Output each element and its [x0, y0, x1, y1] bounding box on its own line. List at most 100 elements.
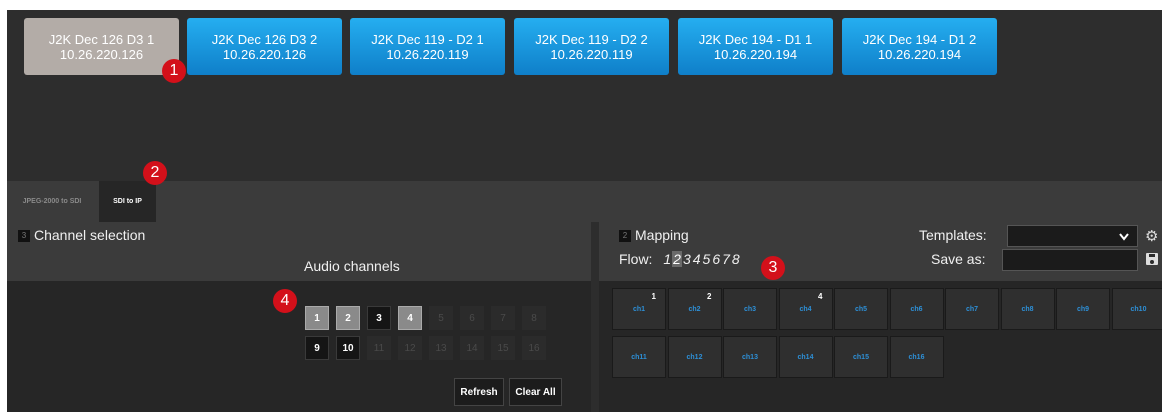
flow-option[interactable]: 1 — [662, 251, 672, 267]
device-button[interactable]: J2K Dec 126 D3 2 10.26.220.126 — [187, 18, 342, 75]
device-ip: 10.26.220.194 — [877, 46, 962, 62]
flow-option[interactable]: 2 — [672, 251, 682, 267]
device-ip: 10.26.220.126 — [59, 46, 144, 62]
channel-selection-heading: 3 Channel selection — [18, 227, 145, 243]
mapping-channel-label: ch12 — [686, 353, 703, 361]
refresh-button[interactable]: Refresh — [454, 378, 504, 406]
flow-option[interactable]: 6 — [711, 251, 721, 267]
chevron-down-icon — [1119, 233, 1129, 241]
mapping-channel-slot[interactable]: ch9 — [1056, 288, 1110, 330]
mapping-channel-slot[interactable]: ch3 — [723, 288, 777, 330]
mapping-channel-label: ch13 — [742, 353, 758, 361]
tab-sdi-to-ip[interactable]: SDI to IP — [99, 181, 156, 222]
mapping-channel-label: ch10 — [1130, 305, 1147, 313]
audio-channel-button[interactable]: 16 — [522, 336, 546, 360]
device-button[interactable]: J2K Dec 119 - D2 2 10.26.220.119 — [514, 18, 669, 75]
audio-channel-button[interactable]: 6 — [460, 306, 484, 330]
device-button[interactable]: J2K Dec 194 - D1 2 10.26.220.194 — [842, 18, 997, 75]
audio-channel-button[interactable]: 5 — [429, 306, 453, 330]
device-name: J2K Dec 119 - D2 2 — [535, 31, 648, 47]
audio-channel-button[interactable]: 12 — [398, 336, 422, 360]
flow-option[interactable]: 5 — [702, 251, 712, 267]
channel-selection-title: Channel selection — [34, 227, 146, 243]
mapping-channel-label: ch2 — [688, 305, 701, 313]
device-name: J2K Dec 194 - D1 2 — [862, 31, 977, 47]
device-ip: 10.26.220.119 — [386, 46, 469, 62]
tab-bar: JPEG-2000 to SDI SDI to IP — [7, 181, 1162, 222]
annotation-marker: 3 — [761, 256, 785, 280]
mapping-channel-label: ch7 — [965, 305, 979, 313]
channel-selection-section: 3 Channel selection Audio channels 123456… — [7, 222, 591, 412]
mapping-channel-slot[interactable]: ch10 — [1111, 288, 1162, 330]
device-name: J2K Dec 119 - D2 1 — [371, 31, 484, 47]
mapped-source-number: 4 — [818, 292, 823, 301]
audio-channel-button[interactable]: 13 — [429, 336, 453, 360]
device-button[interactable]: J2K Dec 126 D3 1 10.26.220.126 — [24, 18, 179, 75]
mapping-channel-slot[interactable]: ch7 — [945, 288, 999, 330]
mapping-channel-slot[interactable]: ch13 — [723, 336, 777, 378]
mapping-channel-slot[interactable]: ch6 — [889, 288, 944, 330]
mapping-channel-slot[interactable]: ch15 — [834, 336, 888, 378]
mapping-channel-slot[interactable]: ch1 1 — [612, 288, 666, 330]
audio-channels-title: Audio channels — [304, 258, 400, 274]
flow-option[interactable]: 8 — [731, 251, 741, 267]
mapping-channel-label: ch16 — [908, 353, 925, 361]
templates-label: Templates: — [919, 227, 987, 243]
audio-channel-button[interactable]: 14 — [460, 336, 484, 360]
flow-selector: Flow: 12345678 — [619, 251, 741, 267]
audio-channel-button[interactable]: 1 — [305, 306, 329, 330]
mapping-channel-label: ch9 — [1076, 305, 1090, 313]
tab-jpeg2000-to-sdi[interactable]: JPEG-2000 to SDI — [7, 181, 97, 222]
mapped-source-number: 2 — [707, 292, 712, 301]
device-ip: 10.26.220.194 — [713, 46, 798, 62]
templates-select[interactable] — [1007, 225, 1138, 247]
gear-icon[interactable]: ⚙ — [1145, 227, 1161, 245]
save-as-input[interactable] — [1002, 249, 1138, 271]
audio-channel-button[interactable]: 8 — [522, 306, 546, 330]
flow-option[interactable]: 4 — [692, 251, 702, 267]
mapping-channel-label: ch4 — [799, 305, 812, 313]
mapping-channel-label: ch15 — [853, 353, 869, 361]
flow-option[interactable]: 7 — [721, 251, 731, 267]
device-button[interactable]: J2K Dec 194 - D1 1 10.26.220.194 — [678, 18, 833, 75]
mapping-channel-label: ch8 — [1021, 305, 1034, 313]
flow-option[interactable]: 3 — [682, 251, 692, 267]
mapping-channel-slot[interactable]: ch2 2 — [667, 288, 722, 330]
mapping-heading: 2 Mapping — [619, 227, 689, 243]
mapping-channel-label: ch1 — [632, 305, 646, 313]
mapping-channel-slot[interactable]: ch11 — [612, 336, 666, 378]
audio-channel-button[interactable]: 9 — [305, 336, 329, 360]
save-icon[interactable] — [1146, 253, 1158, 265]
device-name: J2K Dec 126 D3 2 — [211, 31, 318, 47]
mapping-channel-slot[interactable]: ch5 — [834, 288, 888, 330]
audio-channel-button[interactable]: 3 — [367, 306, 391, 330]
device-ip: 10.26.220.119 — [550, 46, 633, 62]
mapping-channel-label: ch5 — [854, 305, 868, 313]
device-button[interactable]: J2K Dec 119 - D2 1 10.26.220.119 — [350, 18, 505, 75]
mapping-channel-label: ch3 — [743, 305, 757, 313]
mapping-channel-slot[interactable]: ch4 4 — [778, 288, 833, 330]
device-name: J2K Dec 126 D3 1 — [48, 31, 155, 47]
mapping-channel-slot[interactable]: ch12 — [667, 336, 722, 378]
audio-channel-button[interactable]: 10 — [336, 336, 360, 360]
mapped-source-number: 1 — [651, 292, 656, 301]
mapping-channel-label: ch11 — [631, 353, 647, 361]
audio-channel-button[interactable]: 7 — [491, 306, 515, 330]
audio-channel-button[interactable]: 15 — [491, 336, 515, 360]
mapping-channel-label: ch14 — [797, 353, 814, 361]
mapping-channel-slot[interactable]: ch8 — [1000, 288, 1055, 330]
device-name: J2K Dec 194 - D1 1 — [698, 31, 813, 47]
mapping-section: 2 Mapping Flow: 12345678 Templates: ⚙ Sav… — [599, 222, 1162, 412]
mapping-channel-label: ch6 — [910, 305, 923, 313]
mapping-title: Mapping — [635, 227, 689, 243]
audio-channel-button[interactable]: 11 — [367, 336, 391, 360]
flow-digit-list: 12345678 — [662, 251, 740, 267]
mapping-channel-slot[interactable]: ch14 — [778, 336, 833, 378]
audio-channel-button[interactable]: 2 — [336, 306, 360, 330]
audio-channel-button[interactable]: 4 — [398, 306, 422, 330]
mapping-channel-slot[interactable]: ch16 — [889, 336, 944, 378]
clear-all-button[interactable]: Clear All — [509, 378, 562, 406]
save-as-label: Save as: — [931, 251, 986, 267]
flow-label: Flow: — [619, 251, 653, 267]
annotation-marker: 2 — [143, 161, 167, 185]
